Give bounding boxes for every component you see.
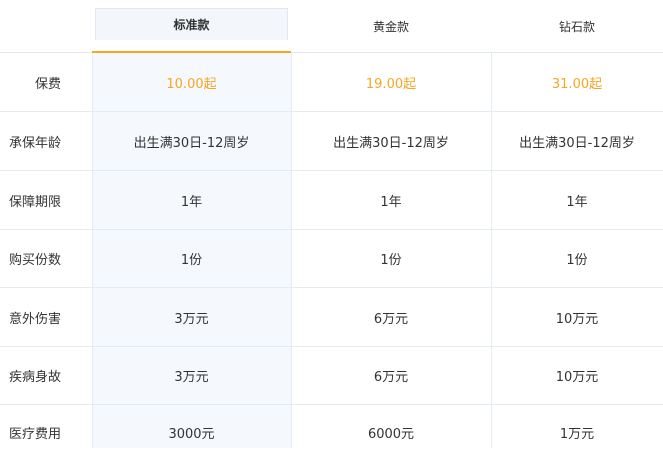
plan-tabs: 标准款 黄金款 钻石款 — [0, 0, 663, 53]
table-cell: 出生满30日-12周岁 — [133, 135, 250, 151]
table-cell: 10.00起 — [166, 76, 217, 92]
table-cell: 出生满30日-12周岁 — [333, 135, 449, 151]
table-cell: 10万元 — [555, 369, 599, 385]
row-label: 承保年龄 — [8, 135, 61, 151]
table-cell: 6万元 — [373, 311, 409, 327]
table-row-quantity: 购买份数 1份 1份 1份 — [0, 229, 663, 287]
table-cell: 1份 — [380, 252, 402, 268]
tab-standard-label: 标准款 — [95, 8, 288, 40]
table-row-age: 承保年龄 出生满30日-12周岁 出生满30日-12周岁 出生满30日-12周岁 — [0, 112, 663, 170]
row-label: 购买份数 — [8, 252, 61, 268]
row-label: 保费 — [34, 76, 61, 92]
plan-comparison-table: 标准款 黄金款 钻石款 保费 10.00起 19.00起 31.00起 承保年龄… — [0, 0, 663, 448]
tab-standard[interactable]: 标准款 — [92, 0, 291, 53]
tab-gold-label: 黄金款 — [372, 20, 409, 34]
table-cell: 1年 — [180, 194, 203, 210]
table-cell: 出生满30日-12周岁 — [519, 135, 635, 151]
table-cell: 3000元 — [168, 426, 215, 442]
table-cell: 3万元 — [174, 369, 209, 385]
table-cell: 6000元 — [367, 426, 415, 442]
row-label: 保障期限 — [8, 194, 61, 210]
table-cell: 1份 — [566, 252, 588, 268]
table-cell: 1万元 — [559, 426, 595, 442]
table-cell: 1份 — [180, 252, 203, 268]
table-row-term: 保障期限 1年 1年 1年 — [0, 171, 663, 229]
table-row-premium: 保费 10.00起 19.00起 31.00起 — [0, 53, 663, 111]
table-cell: 31.00起 — [551, 76, 603, 92]
tab-diamond[interactable]: 钻石款 — [491, 0, 663, 53]
table-row-accident: 意外伤害 3万元 6万元 10万元 — [0, 288, 663, 346]
row-label: 疾病身故 — [8, 369, 61, 385]
table-cell: 6万元 — [373, 369, 409, 385]
tab-diamond-label: 钻石款 — [558, 20, 595, 34]
table-cell: 1年 — [566, 194, 588, 210]
table-cell: 3万元 — [174, 311, 209, 327]
table-cell: 10万元 — [555, 311, 599, 327]
table-cell: 1年 — [380, 194, 402, 210]
row-label: 意外伤害 — [8, 311, 61, 327]
tab-gold[interactable]: 黄金款 — [291, 0, 491, 53]
table-cell: 19.00起 — [365, 76, 417, 92]
table-row-illness: 疾病身故 3万元 6万元 10万元 — [0, 346, 663, 404]
table-row-medical: 医疗费用 3000元 6000元 1万元 — [0, 404, 663, 448]
row-label: 医疗费用 — [8, 426, 61, 442]
